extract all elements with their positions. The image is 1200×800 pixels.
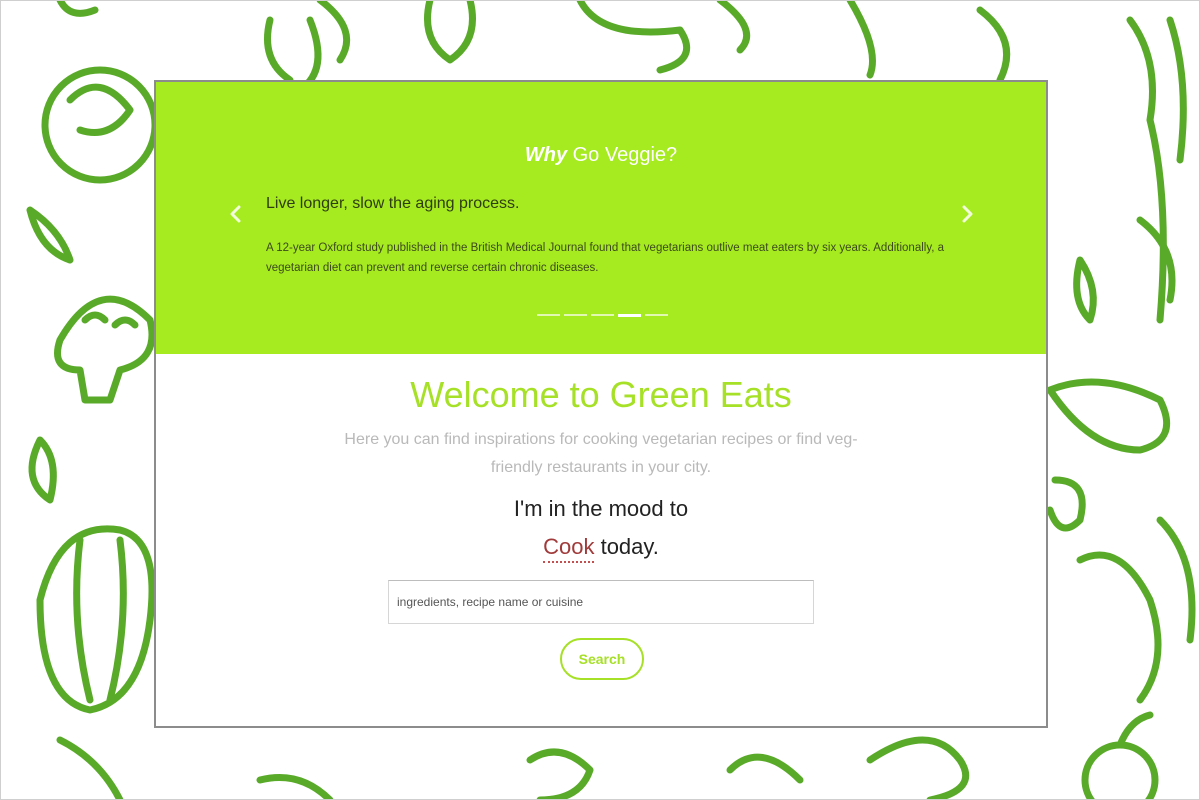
carousel-title-emphasis: Why [524,144,568,166]
main-card: Why Go Veggie? Live longer, slow the agi… [154,80,1048,728]
carousel-indicators [537,313,668,317]
search-button[interactable]: Search [560,638,644,680]
chevron-left-icon [230,205,241,223]
carousel-title-rest: Go Veggie? [567,144,678,166]
search-input[interactable] [388,580,814,624]
chevron-right-icon [962,205,973,223]
why-veggie-carousel: Why Go Veggie? Live longer, slow the agi… [156,82,1046,354]
mood-selection: Cook today. [156,534,1046,563]
carousel-title: Why Go Veggie? [156,144,1046,167]
carousel-indicator-active[interactable] [618,313,641,317]
carousel-prev-button[interactable] [224,202,248,226]
carousel-next-button[interactable] [955,202,979,226]
carousel-indicator[interactable] [537,314,560,316]
mood-suffix: today. [594,534,659,559]
carousel-indicator[interactable] [564,314,587,316]
mood-prompt: I'm in the mood to [513,496,689,521]
slide-headline: Live longer, slow the aging process. [266,195,520,212]
page-title: Welcome to Green Eats [410,374,792,415]
carousel-indicator[interactable] [645,314,668,316]
carousel-indicator[interactable] [591,314,614,316]
slide-body-text: A 12-year Oxford study published in the … [266,242,945,274]
mood-choice-dropdown[interactable]: Cook [543,534,595,563]
page-subtitle: Here you can find inspirations for cooki… [344,431,858,476]
